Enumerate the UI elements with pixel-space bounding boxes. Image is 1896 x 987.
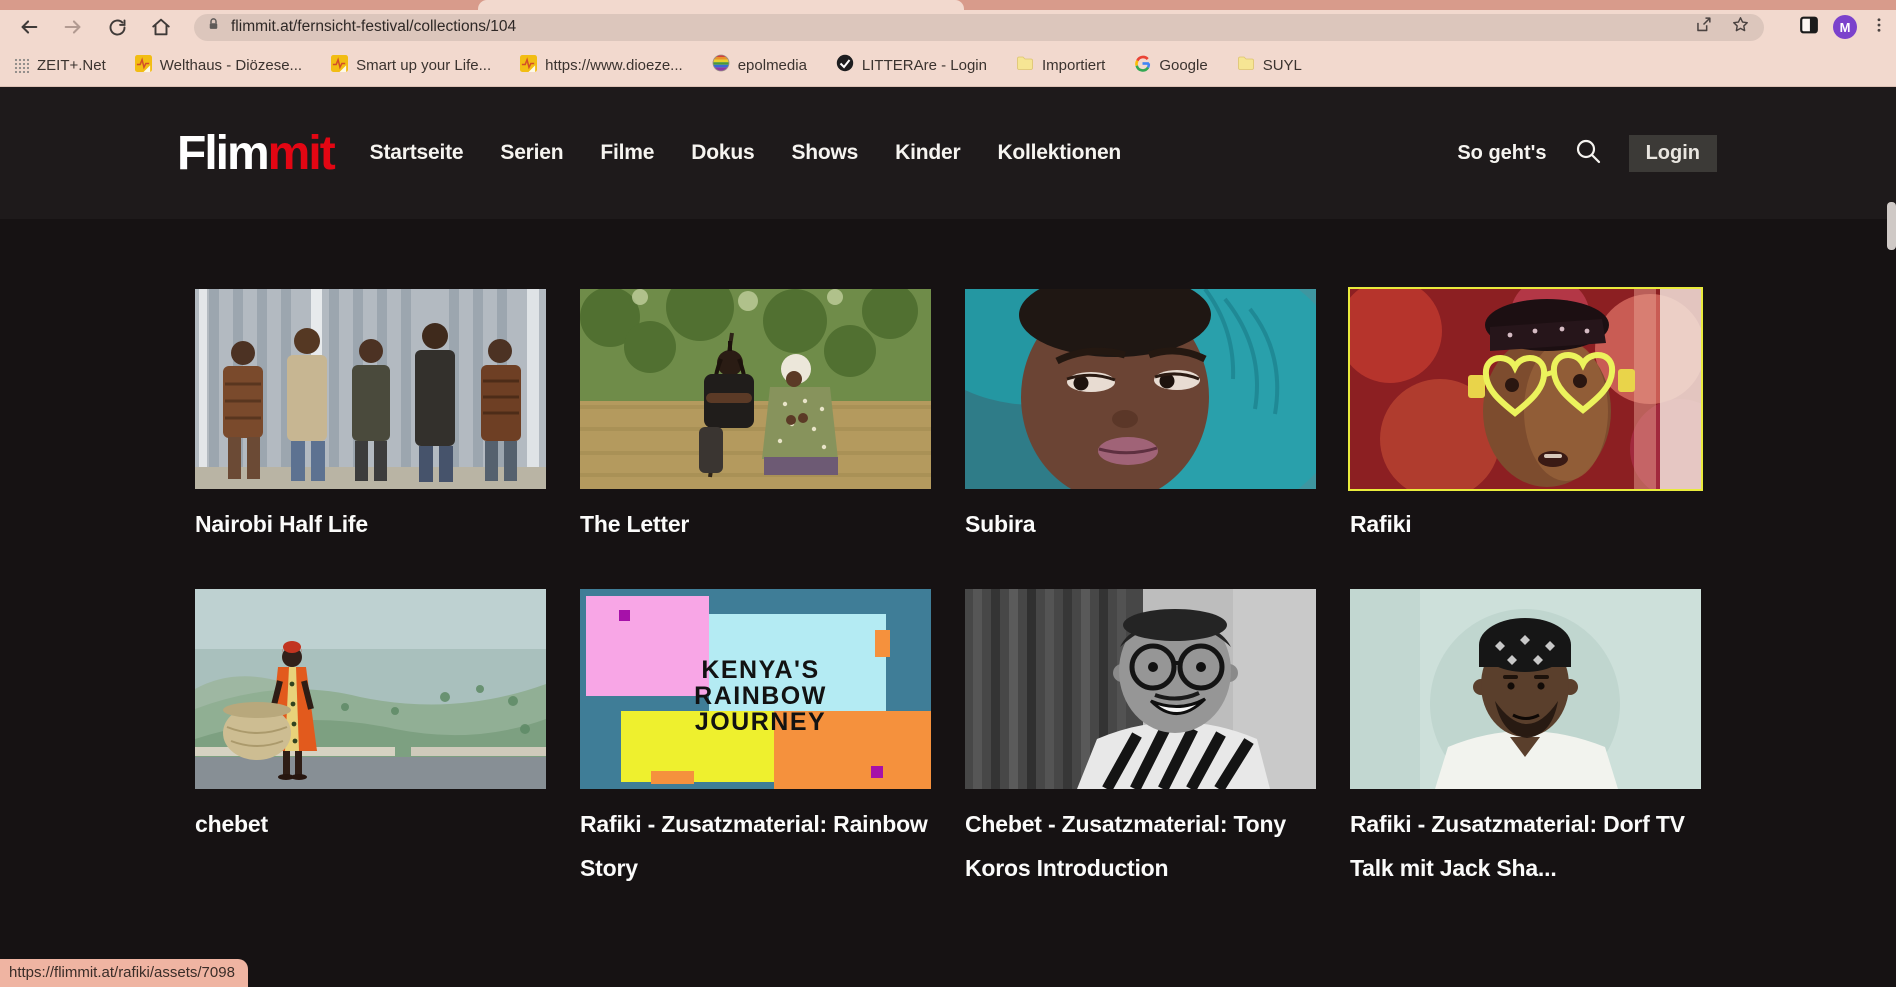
status-link-bar: https://flimmit.at/rafiki/assets/7098	[0, 959, 248, 987]
tile-subira[interactable]: Subira	[965, 289, 1316, 546]
share-icon[interactable]	[1694, 15, 1713, 39]
flimmit-page: Flimmit Startseite Serien Filme Dokus Sh…	[0, 87, 1896, 986]
bookmark-suyl[interactable]: SUYL	[1237, 54, 1302, 76]
tile-title: Rafiki - Zusatzmaterial: Dorf TV Talk mi…	[1350, 802, 1701, 890]
nav-dokus[interactable]: Dokus	[691, 141, 754, 165]
nav-startseite[interactable]: Startseite	[370, 141, 464, 165]
tab-strip	[0, 0, 1896, 10]
main-nav: Startseite Serien Filme Dokus Shows Kind…	[370, 141, 1121, 165]
tile-the-letter[interactable]: The Letter	[580, 289, 931, 546]
pulse-yellow-icon	[520, 55, 537, 76]
thumbnail-dorf-tv	[1350, 589, 1701, 789]
address-bar[interactable]: flimmit.at/fernsicht-festival/collection…	[194, 14, 1764, 41]
tile-title: Subira	[965, 502, 1316, 546]
so-gehts-link[interactable]: So geht's	[1457, 142, 1546, 165]
thumbnail-the-letter	[580, 289, 931, 489]
tile-chebet-tony-koros[interactable]: Chebet - Zusatzmaterial: Tony Koros Intr…	[965, 589, 1316, 890]
flimmit-logo[interactable]: Flimmit	[177, 126, 334, 181]
google-g-icon	[1134, 55, 1151, 76]
tile-rafiki-rainbow-story[interactable]: KENYA'S RAINBOW JOURNEY Rafiki - Zusatzm…	[580, 589, 931, 890]
menu-kebab-icon[interactable]	[1870, 16, 1888, 39]
active-tab[interactable]	[478, 0, 964, 10]
tile-rafiki-dorf-tv[interactable]: Rafiki - Zusatzmaterial: Dorf TV Talk mi…	[1350, 589, 1701, 890]
bookmark-importiert[interactable]: Importiert	[1016, 54, 1105, 76]
home-button[interactable]	[150, 16, 172, 38]
search-icon[interactable]	[1573, 136, 1603, 171]
reload-button[interactable]	[106, 16, 128, 38]
back-button[interactable]	[18, 16, 40, 38]
bookmark-epolmedia[interactable]: epolmedia	[712, 54, 807, 76]
nav-shows[interactable]: Shows	[791, 141, 858, 165]
tile-title: Rafiki - Zusatzmaterial: Rainbow Story	[580, 802, 931, 890]
browser-toolbar: flimmit.at/fernsicht-festival/collection…	[0, 10, 1896, 44]
bookmark-dioezese[interactable]: https://www.dioeze...	[520, 55, 683, 76]
bookmarks-bar: ZEIT+.Net Welthaus - Diözese... Smart up…	[0, 44, 1896, 87]
site-header: Flimmit Startseite Serien Filme Dokus Sh…	[0, 87, 1896, 219]
tile-rafiki[interactable]: Rafiki	[1350, 289, 1701, 546]
chrome-actions: M	[1786, 14, 1888, 41]
rainbow-journey-text: KENYA'S RAINBOW JOURNEY	[580, 589, 931, 789]
forward-button[interactable]	[62, 16, 84, 38]
lock-icon	[206, 17, 221, 37]
login-button[interactable]: Login	[1629, 135, 1717, 172]
tile-chebet[interactable]: chebet	[195, 589, 546, 890]
thumbnail-chebet	[195, 589, 546, 789]
browser-chrome: flimmit.at/fernsicht-festival/collection…	[0, 0, 1896, 87]
tile-title: chebet	[195, 802, 546, 846]
nav-filme[interactable]: Filme	[600, 141, 654, 165]
thumbnail-rainbow-journey: KENYA'S RAINBOW JOURNEY	[580, 589, 931, 789]
folder-icon	[1016, 54, 1034, 76]
thumbnail-subira	[965, 289, 1316, 489]
header-right: So geht's Login	[1457, 135, 1717, 172]
bookmark-star-icon[interactable]	[1731, 15, 1750, 39]
logo-accent: mit	[268, 127, 334, 180]
tile-title: Rafiki	[1350, 502, 1701, 546]
side-panel-icon[interactable]	[1798, 14, 1820, 41]
nav-serien[interactable]: Serien	[500, 141, 563, 165]
dots-grid-icon	[14, 58, 29, 73]
url-text[interactable]: flimmit.at/fernsicht-festival/collection…	[231, 18, 516, 36]
profile-avatar[interactable]: M	[1833, 15, 1857, 39]
thumbnail-nairobi-half-life	[195, 289, 546, 489]
pulse-yellow-icon	[331, 55, 348, 76]
tile-nairobi-half-life[interactable]: Nairobi Half Life	[195, 289, 546, 546]
tile-title: The Letter	[580, 502, 931, 546]
bookmark-google[interactable]: Google	[1134, 55, 1207, 76]
nav-kollektionen[interactable]: Kollektionen	[997, 141, 1121, 165]
pulse-yellow-icon	[135, 55, 152, 76]
scrollbar-thumb[interactable]	[1887, 202, 1896, 250]
bookmark-welthaus[interactable]: Welthaus - Diözese...	[135, 55, 302, 76]
striped-globe-icon	[712, 54, 730, 76]
nav-kinder[interactable]: Kinder	[895, 141, 960, 165]
collection-grid: Nairobi Half Life	[195, 289, 1701, 890]
bookmark-smartup[interactable]: Smart up your Life...	[331, 55, 491, 76]
dark-globe-icon	[836, 54, 854, 76]
thumbnail-tony-koros	[965, 589, 1316, 789]
bookmark-zeit[interactable]: ZEIT+.Net	[14, 57, 106, 74]
tile-title: Nairobi Half Life	[195, 502, 546, 546]
bookmark-litterare[interactable]: LITTERAre - Login	[836, 54, 987, 76]
tile-title: Chebet - Zusatzmaterial: Tony Koros Intr…	[965, 802, 1316, 890]
thumbnail-rafiki	[1350, 289, 1701, 489]
folder-icon	[1237, 54, 1255, 76]
